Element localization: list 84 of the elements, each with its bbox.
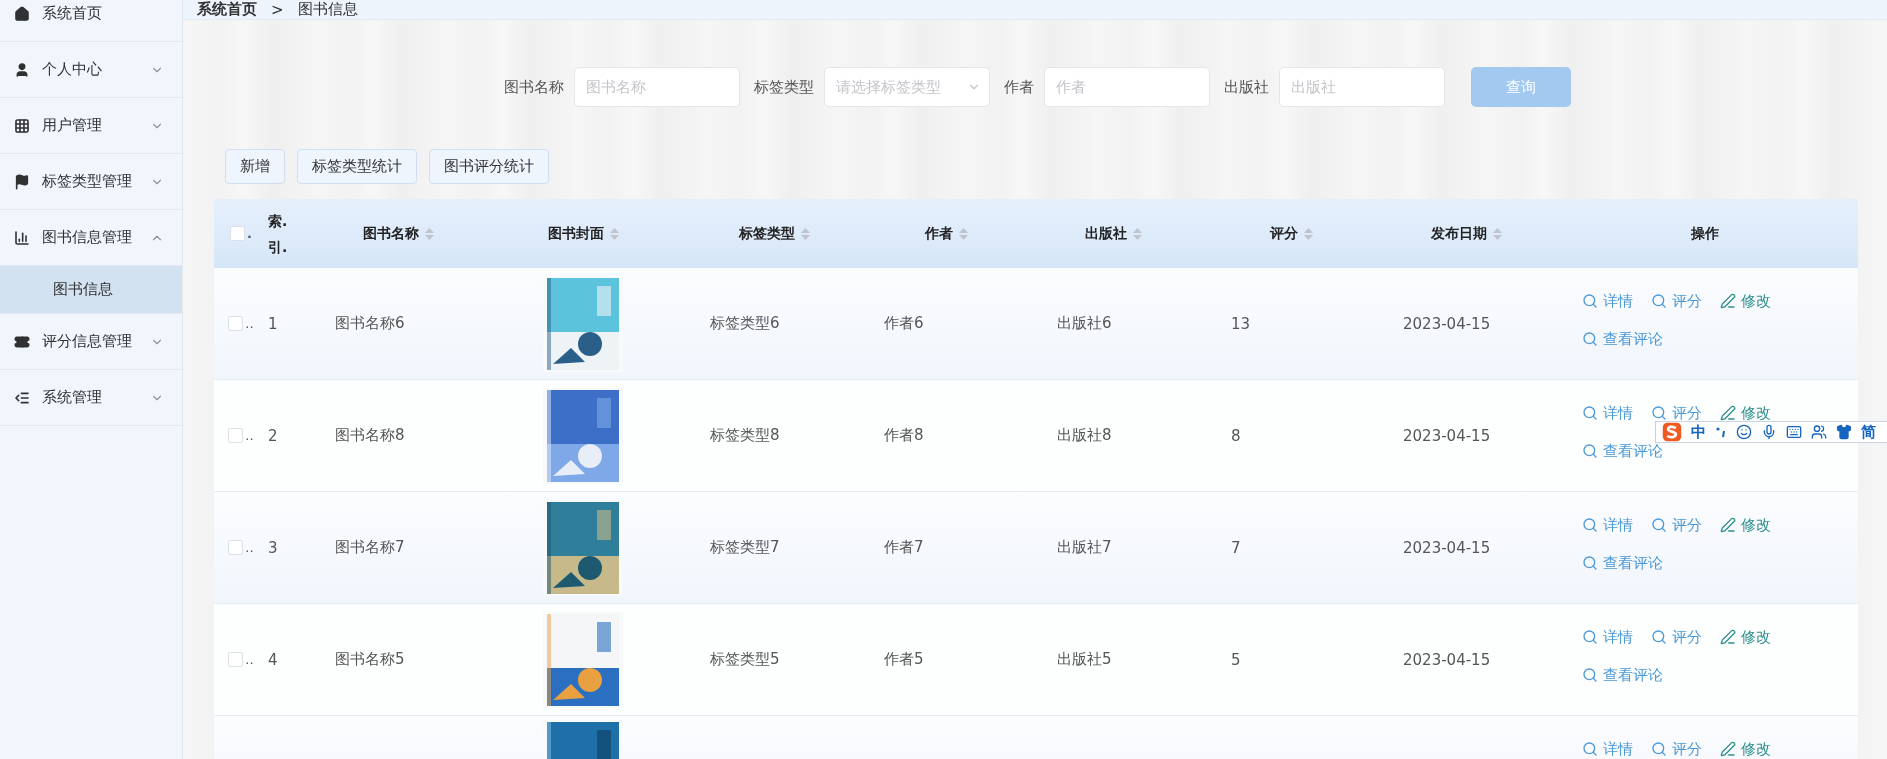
table-cell-text: 7 [1230,538,1242,557]
table-cell-text: 标签类型8 [709,426,781,445]
table-cell-text: 图书名称5 [334,650,406,669]
field-label: 作者 [1003,77,1034,97]
table-cell-text: 2023-04-15 [1402,650,1492,669]
table-cell-text: 作者8 [883,426,925,445]
action-link[interactable]: 查看评论 [1582,554,1663,572]
table-cell-text: 图书名称7 [334,538,406,557]
checkbox-suffix: .. [245,540,254,555]
table-cell-text: 13 [1230,314,1252,333]
action-link[interactable]: 详情 [1582,740,1633,758]
action-link[interactable]: 评分 [1651,516,1702,534]
table-cell-text: 2023-04-15 [1402,426,1492,445]
field-label: 图书名称 [503,77,564,97]
column-header: 评分 [1269,224,1298,243]
input-field[interactable]: 图书名称 [573,67,740,107]
sidebar-item[interactable]: 系统首页 [0,0,182,42]
column-header: 发布日期 [1430,224,1487,243]
action-link[interactable]: 查看评论 [1582,666,1663,684]
action-link[interactable]: 详情 [1582,516,1633,534]
table-cell-text: 3 [268,538,279,557]
table-cell-text: 作者6 [883,314,925,333]
table-cell-text: 1 [268,314,279,333]
table-cell-text: 8 [1230,426,1242,445]
breadcrumb-item[interactable]: 系统首页 [197,0,257,19]
action-link[interactable]: 修改 [1720,516,1771,534]
action-link[interactable]: 修改 [1720,740,1771,758]
breadcrumb-item: 图书信息 [297,0,358,19]
breadcrumb-separator: > [271,0,284,19]
action-link[interactable]: 修改 [1720,404,1771,422]
column-header: 出版社 [1084,224,1127,243]
table-cell-text: 4 [268,650,279,669]
action-link[interactable]: 评分 [1651,404,1702,422]
checkbox-suffix: .. [245,316,254,331]
sidebar-subitem[interactable]: 图书信息 [0,266,182,314]
column-header: 标签类型 [738,224,795,243]
table-cell-text: 图书名称8 [334,426,406,445]
table-cell-text: 5 [1230,650,1242,669]
column-header: 操作 [1691,224,1719,243]
action-link[interactable]: 详情 [1582,292,1633,310]
input-field[interactable]: 出版社 [1278,67,1445,107]
table-cell-text: 2023-04-15 [1402,538,1492,557]
table-cell-text: 出版社7 [1056,538,1113,557]
table-cell-text: 出版社8 [1056,426,1113,445]
column-header: 图书封面 [547,224,604,243]
sidebar-item[interactable]: 个人中心 [0,42,182,98]
action-link[interactable]: 评分 [1651,292,1702,310]
table-cell-text: 标签类型6 [709,314,781,333]
field-label: 标签类型 [753,77,814,97]
action-link[interactable]: 查看评论 [1582,442,1663,460]
sidebar-item[interactable]: 用户管理 [0,98,182,154]
action-link[interactable]: 修改 [1720,292,1771,310]
field-label: 出版社 [1223,77,1269,97]
checkbox-suffix: .. [245,652,254,667]
action-button[interactable]: 新增 [225,149,285,184]
ime-script[interactable]: 简 [1861,422,1876,442]
table-cell-text: 标签类型5 [709,650,781,669]
action-button[interactable]: 图书评分统计 [429,149,549,184]
sidebar-item[interactable]: 标签类型管理 [0,154,182,210]
table-cell-text: 作者5 [883,650,925,669]
sidebar-item[interactable]: 评分信息管理 [0,314,182,370]
table-cell-text: 图书名称6 [334,314,406,333]
column-header: 作者 [924,224,953,243]
table-cell-text: 2023-04-15 [1402,314,1492,333]
sidebar-item[interactable]: 系统管理 [0,370,182,426]
action-button[interactable]: 标签类型统计 [297,149,417,184]
checkbox-suffix: . [247,226,252,241]
column-header: 索. [268,211,289,231]
action-link[interactable]: 详情 [1582,628,1633,646]
action-link[interactable]: 修改 [1720,628,1771,646]
table-cell-text: 作者7 [883,538,925,557]
table-cell-text: 2 [268,426,279,445]
column-header: 图书名称 [362,224,419,243]
action-link[interactable]: 详情 [1582,404,1633,422]
table-cell-text: 出版社6 [1056,314,1113,333]
column-header: 引. [268,237,289,257]
table-cell-text: 标签类型7 [709,538,781,557]
action-link[interactable]: 评分 [1651,628,1702,646]
action-link[interactable]: 查看评论 [1582,330,1663,348]
checkbox-suffix: .. [245,428,254,443]
action-link[interactable]: 评分 [1651,740,1702,758]
ime-mode[interactable]: 中 [1691,422,1706,442]
input-field[interactable]: 作者 [1043,67,1210,107]
table-cell-text: 出版社5 [1056,650,1113,669]
